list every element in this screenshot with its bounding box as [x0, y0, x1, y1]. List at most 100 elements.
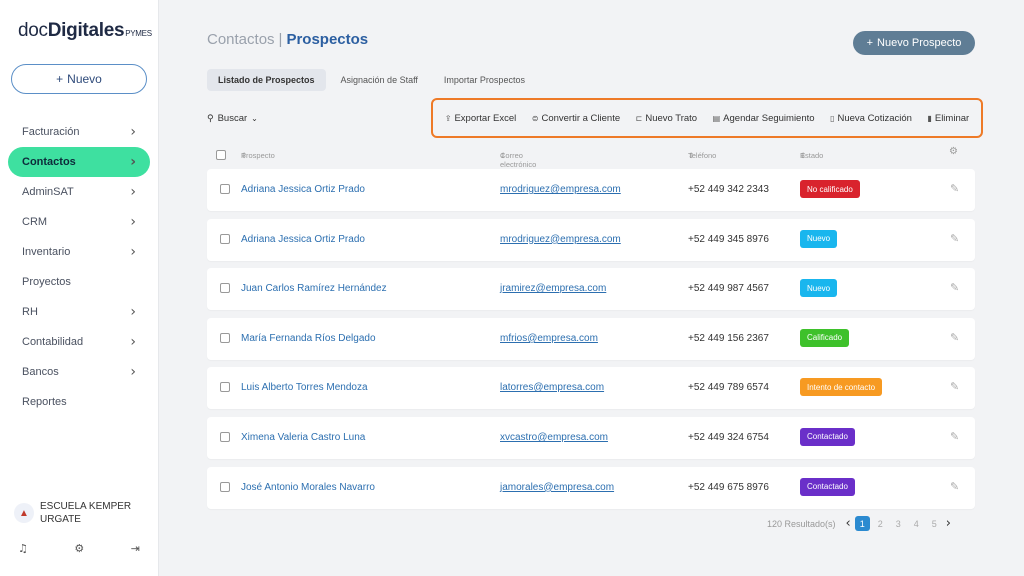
- prospect-phone: +52 449 345 8976: [688, 233, 769, 245]
- edit-pencil-icon[interactable]: ✎: [950, 380, 959, 393]
- row-checkbox[interactable]: [220, 431, 230, 442]
- chevron-right-icon: ›: [130, 334, 136, 350]
- row-checkbox[interactable]: [220, 332, 230, 343]
- row-checkbox[interactable]: [220, 184, 230, 194]
- brand-logo[interactable]: docDigitalesPYMES: [18, 20, 152, 42]
- sidebar-item-label: Contactos: [22, 156, 76, 168]
- sidebar-item-bancos[interactable]: Bancos ›: [8, 357, 150, 387]
- row-checkbox[interactable]: [220, 481, 230, 492]
- sidebar-footer: ♫ ⚙ ⇥: [18, 542, 140, 555]
- status-badge: Nuevo: [800, 279, 838, 298]
- new-quote-button[interactable]: ▯ Nueva Cotización: [830, 113, 912, 124]
- tab-import-prospects[interactable]: Importar Prospectos: [433, 69, 536, 91]
- prospect-email[interactable]: mrodriguez@empresa.com: [500, 234, 621, 245]
- sidebar-item-reportes[interactable]: Reportes: [8, 387, 150, 417]
- gear-icon[interactable]: ⚙: [74, 542, 84, 555]
- sidebar-item-label: RH: [22, 306, 38, 318]
- prev-page-icon[interactable]: ‹: [846, 516, 851, 531]
- prospect-name[interactable]: Juan Carlos Ramírez Hernández: [241, 283, 387, 294]
- sidebar-item-crm[interactable]: CRM ›: [8, 207, 150, 237]
- sidebar-item-label: Contabilidad: [22, 336, 84, 348]
- page-4-button[interactable]: 4: [909, 516, 924, 531]
- new-prospect-button[interactable]: + Nuevo Prospecto: [853, 31, 975, 55]
- tab-prospect-list[interactable]: Listado de Prospectos: [207, 69, 326, 91]
- prospect-name[interactable]: Adriana Jessica Ortiz Prado: [241, 234, 365, 245]
- edit-pencil-icon[interactable]: ✎: [950, 232, 959, 245]
- prospect-phone: +52 449 156 2367: [688, 332, 769, 344]
- prospect-name[interactable]: Luis Alberto Torres Mendoza: [241, 382, 368, 393]
- edit-pencil-icon[interactable]: ✎: [950, 430, 959, 443]
- sort-icon: ⇕: [241, 151, 248, 160]
- row-checkbox[interactable]: [220, 382, 230, 393]
- new-deal-button[interactable]: ⊏ Nuevo Trato: [636, 113, 697, 124]
- next-page-icon[interactable]: ›: [946, 516, 951, 531]
- prospect-phone: +52 449 324 6754: [688, 431, 769, 443]
- prospect-phone: +52 449 342 2343: [688, 184, 769, 195]
- table-row[interactable]: Luis Alberto Torres Mendoza latorres@empr…: [207, 367, 975, 410]
- select-all-checkbox[interactable]: [216, 150, 226, 160]
- schedule-followup-button[interactable]: ▤ Agendar Seguimiento: [713, 113, 815, 124]
- prospect-email[interactable]: latorres@empresa.com: [500, 382, 604, 393]
- breadcrumb-parent[interactable]: Contactos: [207, 31, 275, 48]
- org-logo-icon: ▲: [14, 503, 34, 523]
- column-settings-icon[interactable]: ⚙: [949, 146, 958, 157]
- sidebar-item-proyectos[interactable]: Proyectos: [8, 267, 150, 297]
- table-row[interactable]: María Fernanda Ríos Delgado mfrios@empres…: [207, 317, 975, 360]
- export-excel-button[interactable]: ⇪ Exportar Excel: [445, 113, 516, 124]
- page-1-button[interactable]: 1: [854, 516, 870, 531]
- search-dropdown[interactable]: ⚲ Buscar ⌄: [207, 113, 258, 124]
- prospect-name[interactable]: José Antonio Morales Navarro: [241, 482, 375, 493]
- sidebar-item-contactos[interactable]: Contactos ›: [8, 147, 150, 177]
- table-header: Prospecto ⇕ Correo electrónico ⇕ Teléfon…: [207, 145, 975, 169]
- page-2-button[interactable]: 2: [873, 516, 888, 531]
- prospect-name[interactable]: María Fernanda Ríos Delgado: [241, 333, 376, 344]
- tab-staff-assignment[interactable]: Asignación de Staff: [330, 69, 429, 91]
- table-row[interactable]: Ximena Valeria Castro Luna xvcastro@empre…: [207, 416, 975, 459]
- status-badge: Intento de contacto: [800, 378, 883, 397]
- edit-pencil-icon[interactable]: ✎: [950, 182, 959, 195]
- sidebar-item-facturacion[interactable]: Facturación ›: [8, 117, 150, 147]
- delete-button[interactable]: ▮ Eliminar: [927, 113, 969, 124]
- table-row[interactable]: Adriana Jessica Ortiz Prado mrodriguez@em…: [207, 169, 975, 211]
- sidebar-item-rh[interactable]: RH ›: [8, 297, 150, 327]
- sort-icon: ⇕: [500, 151, 507, 160]
- breadcrumb: Contactos | Prospectos: [207, 31, 368, 48]
- briefcase-icon: ⊏: [635, 113, 643, 123]
- chevron-right-icon: ›: [130, 364, 136, 380]
- page-5-button[interactable]: 5: [927, 516, 942, 531]
- calendar-icon: ▤: [712, 113, 721, 123]
- edit-pencil-icon[interactable]: ✎: [950, 281, 959, 294]
- prospect-name[interactable]: Adriana Jessica Ortiz Prado: [241, 184, 365, 195]
- chevron-right-icon: ›: [130, 214, 136, 230]
- sidebar-item-label: Facturación: [22, 126, 80, 138]
- prospect-email[interactable]: mfrios@empresa.com: [500, 333, 598, 344]
- edit-pencil-icon[interactable]: ✎: [950, 480, 959, 493]
- organization-switcher[interactable]: ▲ ESCUELA KEMPER URGATE: [14, 500, 140, 526]
- bell-icon[interactable]: ♫: [18, 542, 28, 555]
- table-row[interactable]: José Antonio Morales Navarro jamorales@em…: [207, 466, 975, 509]
- sidebar-item-inventario[interactable]: Inventario ›: [8, 237, 150, 267]
- sidebar-item-label: CRM: [22, 216, 48, 228]
- page-3-button[interactable]: 3: [891, 516, 906, 531]
- new-button[interactable]: + Nuevo: [11, 64, 147, 94]
- row-checkbox[interactable]: [220, 283, 230, 294]
- prospect-email[interactable]: jramirez@empresa.com: [500, 283, 606, 294]
- chevron-right-icon: ›: [130, 304, 136, 320]
- prospect-name[interactable]: Ximena Valeria Castro Luna: [241, 432, 365, 443]
- row-checkbox[interactable]: [220, 233, 230, 244]
- logout-icon[interactable]: ⇥: [131, 542, 140, 555]
- status-badge: Contactado: [800, 427, 855, 446]
- status-badge: No calificado: [800, 180, 860, 198]
- convert-client-button[interactable]: ⊜ Convertir a Cliente: [532, 113, 620, 124]
- edit-pencil-icon[interactable]: ✎: [950, 331, 959, 344]
- sort-icon: ⇕: [688, 151, 695, 160]
- sidebar-item-label: Bancos: [22, 366, 59, 378]
- table-row[interactable]: Juan Carlos Ramírez Hernández jramirez@em…: [207, 268, 975, 311]
- sidebar-item-adminsat[interactable]: AdminSAT ›: [8, 177, 150, 207]
- table-row[interactable]: Adriana Jessica Ortiz Prado mrodriguez@em…: [207, 218, 975, 261]
- prospect-email[interactable]: jamorales@empresa.com: [500, 482, 614, 493]
- prospect-email[interactable]: xvcastro@empresa.com: [500, 432, 608, 443]
- sidebar-item-label: Inventario: [22, 246, 71, 258]
- sidebar-item-contabilidad[interactable]: Contabilidad ›: [8, 327, 150, 357]
- prospect-email[interactable]: mrodriguez@empresa.com: [500, 184, 621, 195]
